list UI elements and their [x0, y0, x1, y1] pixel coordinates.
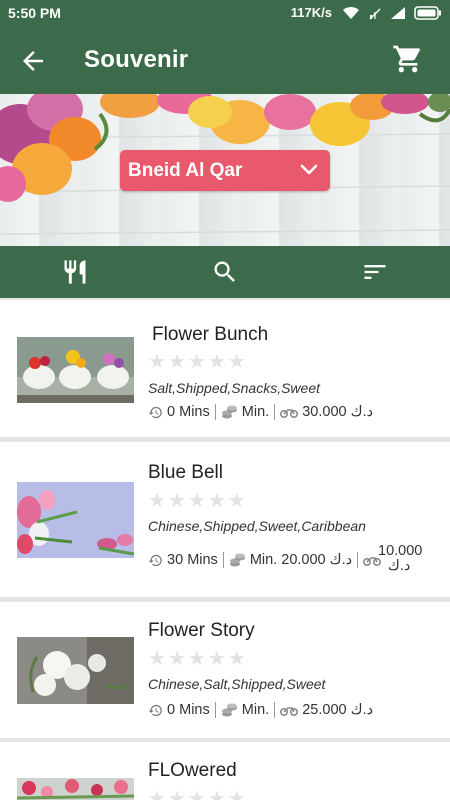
shop-name: Flower Bunch — [152, 324, 269, 345]
delivery-time: 30 Mins — [167, 552, 218, 569]
location-selected: Bneid Al Qar — [128, 160, 243, 181]
shop-meta: 0 Mins Min. 25.000 د.ك — [148, 702, 374, 719]
star-icon: ★ — [207, 488, 226, 512]
shop-tags: Chinese,Shipped,Sweet,Caribbean — [148, 518, 366, 534]
star-icon: ★ — [187, 488, 206, 512]
app-bar: Souvenir — [0, 26, 450, 94]
star-icon: ★ — [167, 349, 186, 373]
search-button[interactable] — [190, 246, 260, 298]
shop-meta: 0 Mins Min. 30.000 د.ك — [148, 404, 374, 421]
delivery-bike-icon — [280, 707, 299, 717]
star-icon: ★ — [207, 646, 226, 670]
page-title: Souvenir — [84, 46, 189, 73]
shop-tags: Salt,Shipped,Snacks,Sweet — [148, 380, 320, 396]
rating-stars: ★ ★ ★ ★ ★ — [148, 351, 248, 371]
delivery-time: 0 Mins — [167, 702, 210, 719]
coins-icon — [229, 553, 245, 567]
star-icon: ★ — [148, 488, 166, 512]
shop-card[interactable]: FLOwered ★ ★ ★ ★ ★ — [0, 742, 450, 800]
cart-button[interactable] — [392, 43, 424, 75]
star-icon: ★ — [227, 488, 246, 512]
filter-bar — [0, 246, 450, 298]
shop-name: Flower Story — [148, 620, 255, 641]
chevron-down-icon — [300, 164, 318, 175]
delivery-fee-amount: 10.000 — [378, 543, 423, 559]
star-icon: ★ — [167, 646, 186, 670]
shop-thumbnail — [17, 482, 134, 558]
star-icon: ★ — [207, 349, 226, 373]
arrow-left-icon — [23, 51, 43, 71]
delivery-fee: 10.000 د.ك — [378, 544, 422, 574]
signal-icon — [391, 6, 405, 19]
status-bar: 5:50 PM 117K/s — [0, 0, 450, 26]
status-time: 5:50 PM — [8, 5, 61, 21]
star-icon: ★ — [148, 349, 166, 373]
sort-icon — [364, 265, 386, 279]
cuisine-filter-button[interactable] — [40, 246, 110, 298]
star-icon: ★ — [148, 786, 166, 800]
status-indicators: 117K/s — [291, 5, 442, 20]
delivery-fee: 25.000 د.ك — [302, 702, 374, 719]
min-order: Min. — [241, 404, 270, 421]
shop-thumbnail — [17, 778, 134, 800]
star-icon: ★ — [227, 646, 246, 670]
network-speed: 117K/s — [290, 5, 332, 20]
delivery-bike-icon — [280, 409, 299, 419]
shop-thumbnail — [17, 337, 134, 403]
shop-card[interactable]: Flower Bunch ★ ★ ★ ★ ★ Salt,Shipped,Snacks,S… — [0, 300, 450, 437]
min-order: Min. — [241, 702, 270, 719]
star-icon: ★ — [187, 646, 206, 670]
back-button[interactable] — [18, 46, 48, 76]
cutlery-icon — [64, 260, 86, 284]
star-icon: ★ — [167, 786, 186, 800]
star-icon: ★ — [207, 786, 226, 800]
clock-history-icon — [148, 554, 162, 566]
rating-stars: ★ ★ ★ ★ ★ — [148, 648, 248, 668]
star-icon: ★ — [187, 786, 206, 800]
clock-history-icon — [148, 406, 162, 418]
delivery-fee: 30.000 د.ك — [302, 404, 374, 421]
shop-card[interactable]: Blue Bell ★ ★ ★ ★ ★ Chinese,Shipped,Sweet,Ca… — [0, 442, 450, 597]
star-icon: ★ — [167, 488, 186, 512]
shop-name: FLOwered — [148, 760, 237, 781]
star-icon: ★ — [227, 349, 246, 373]
shop-card[interactable]: Flower Story ★ ★ ★ ★ ★ Chinese,Salt,Shipped,… — [0, 602, 450, 738]
coins-icon — [221, 703, 237, 717]
sort-button[interactable] — [340, 246, 410, 298]
shop-name: Blue Bell — [148, 462, 223, 483]
star-icon: ★ — [227, 786, 246, 800]
star-icon: ★ — [148, 646, 166, 670]
rating-stars: ★ ★ ★ ★ ★ — [148, 490, 248, 510]
delivery-time: 0 Mins — [167, 404, 210, 421]
search-icon — [214, 261, 235, 282]
delivery-fee-currency: د.ك — [387, 558, 411, 574]
battery-icon — [414, 5, 441, 20]
min-order: Min. 20.000 د.ك — [249, 552, 353, 569]
sim-icon — [369, 7, 381, 20]
shopping-cart-icon — [393, 45, 421, 73]
clock-history-icon — [148, 704, 162, 716]
location-dropdown[interactable]: Bneid Al Qar — [120, 150, 330, 191]
wifi-icon — [343, 6, 359, 19]
shop-tags: Chinese,Salt,Shipped,Sweet — [148, 676, 326, 692]
shop-list: Flower Bunch ★ ★ ★ ★ ★ Salt,Shipped,Snacks,S… — [0, 298, 450, 800]
coins-icon — [221, 405, 237, 419]
shop-meta: 30 Mins Min. 20.000 د.ك — [148, 552, 382, 569]
shop-thumbnail — [17, 637, 134, 704]
star-icon: ★ — [187, 349, 206, 373]
rating-stars: ★ ★ ★ ★ ★ — [148, 788, 248, 800]
